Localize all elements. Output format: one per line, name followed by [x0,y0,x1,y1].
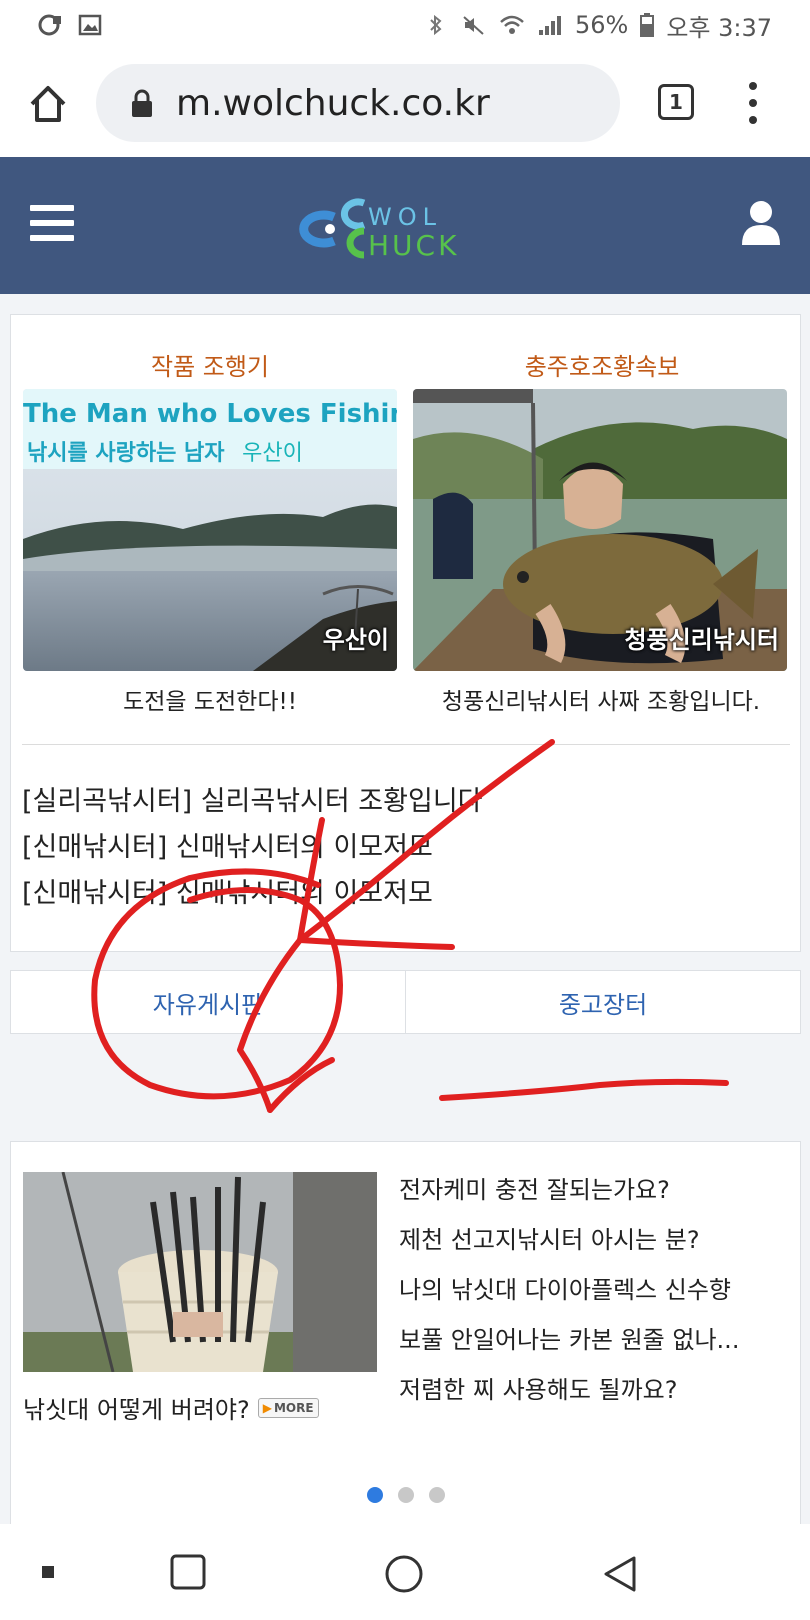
system-navigation-bar [0,1524,810,1620]
overview-icon[interactable] [170,1554,208,1592]
post-featured-title: 낚싯대 어떻게 버려야? [23,1396,250,1424]
post-list: 전자케미 충전 잘되는가요? 제천 선고지낚시터 아시는 분? 나의 낚싯대 다… [399,1172,739,1422]
thumbnail-tag-2: 청풍신리낚시터 [624,626,779,654]
signal-icon [538,16,561,35]
banner-english: The Man who Loves Fishing [23,399,397,429]
browser-toolbar: m.wolchuck.co.kr 1 [0,50,810,157]
svg-text:HUCK: HUCK [368,229,459,262]
url-text: m.wolchuck.co.kr [176,82,490,124]
user-account-icon[interactable] [740,199,782,247]
annotation-arrow-tail [267,1057,335,1113]
post-thumbnail[interactable] [23,1172,377,1372]
post-item[interactable]: 나의 낚싯대 다이아플렉스 신수향 [399,1272,739,1322]
clock: 오후 3:37 [666,13,772,42]
featured-thumbnail-1[interactable]: The Man who Loves Fishing 낚시를 사랑하는 남자 우산… [23,389,397,671]
thumbnail-tag-1: 우산이 [322,626,389,654]
status-bar: 56% 오후 3:37 [0,0,810,50]
divider [22,744,790,745]
post-featured-caption[interactable]: 낚싯대 어떻게 버려야? ▶ MORE [23,1390,319,1425]
home-nav-icon[interactable] [384,1554,424,1594]
carousel-dot[interactable] [367,1487,383,1503]
banner-korean-title: 낚시를 사랑하는 남자 [27,441,225,466]
site-header: WOL HUCK [0,157,810,294]
featured-thumbnail-2[interactable]: 청풍신리낚시터 [413,389,787,671]
tab-used-market[interactable]: 중고장터 [405,971,800,1033]
image-notification-icon [78,14,102,36]
tab-switcher-button[interactable]: 1 [658,84,694,120]
post-item[interactable]: 저렴한 찌 사용해도 될까요? [399,1372,739,1422]
more-label: MORE [273,1400,314,1415]
back-icon[interactable] [602,1554,638,1594]
svg-text:WOL: WOL [368,203,442,231]
wifi-icon [500,15,524,34]
tab-free-board[interactable]: 자유게시판 [11,971,405,1033]
featured-caption-2[interactable]: 청풍신리낚시터 사짜 조황입니다. [406,682,796,716]
home-icon[interactable] [26,82,70,126]
board-tabs: 자유게시판 중고장터 [10,970,801,1034]
rods-bucket-photo [23,1172,377,1372]
address-bar[interactable]: m.wolchuck.co.kr [96,64,620,142]
carousel-dots [367,1487,445,1503]
battery-icon [640,13,655,37]
banner-korean: 낚시를 사랑하는 남자 우산이 [27,435,303,467]
more-button[interactable]: ▶ MORE [257,1397,319,1418]
section-title-fishing-story[interactable]: 작품 조행기 [110,347,310,382]
news-item[interactable]: [실리곡낚시터] 실리곡낚시터 조황입니다 [22,782,483,828]
mute-icon [463,16,484,35]
carousel-dot[interactable] [398,1487,414,1503]
free-board-card: 낚싯대 어떻게 버려야? ▶ MORE 전자케미 충전 잘되는가요? 제천 선고지… [10,1141,801,1525]
recent-apps-dot-icon[interactable] [42,1566,56,1580]
browser-menu-icon[interactable] [746,82,760,124]
bluetooth-icon [430,14,442,36]
site-logo[interactable]: WOL HUCK [298,183,512,273]
featured-caption-1[interactable]: 도전을 도전한다!! [23,682,397,716]
banner-author: 우산이 [242,441,303,466]
section-title-chungju-report[interactable]: 충주호조황속보 [482,347,722,382]
annotation-underline [439,1078,729,1101]
news-list: [실리곡낚시터] 실리곡낚시터 조황입니다 [신매낚시터] 신매낚시터의 이모저… [22,782,483,920]
app-notification-icon [38,14,61,36]
post-item[interactable]: 전자케미 충전 잘되는가요? [399,1172,739,1222]
carousel-dot[interactable] [429,1487,445,1503]
lock-icon [132,89,152,117]
post-item[interactable]: 제천 선고지낚시터 아시는 분? [399,1222,739,1272]
news-item[interactable]: [신매낚시터] 신매낚시터의 이모저모 [22,874,483,920]
news-item[interactable]: [신매낚시터] 신매낚시터의 이모저모 [22,828,483,874]
hamburger-menu-icon[interactable] [30,205,74,241]
battery-percent: 56% [574,11,629,39]
tab-count: 1 [669,90,683,114]
post-item[interactable]: 보풀 안일어나는 카본 원줄 없나... [399,1322,739,1372]
